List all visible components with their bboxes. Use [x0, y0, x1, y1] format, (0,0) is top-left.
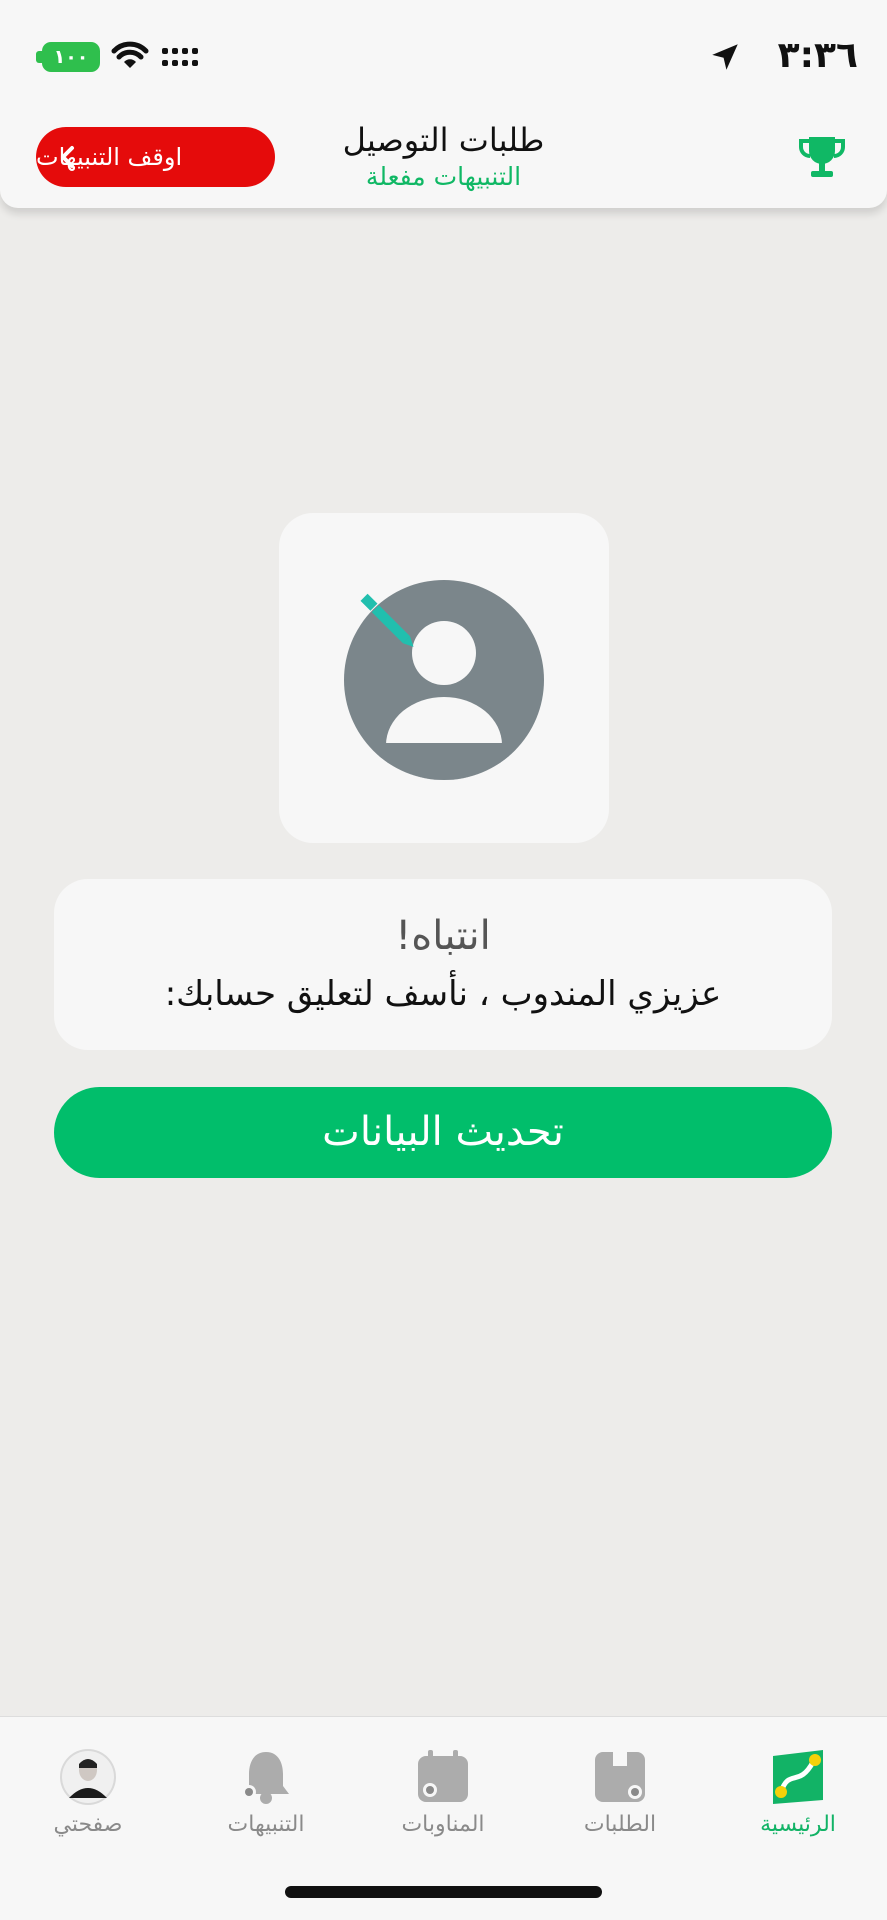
signal-icon	[162, 48, 198, 66]
tab-orders[interactable]: الطلبات	[550, 1748, 690, 1848]
bell-icon	[242, 1752, 289, 1804]
home-indicator[interactable]	[285, 1886, 602, 1898]
tab-notifications[interactable]: التنبيهات	[196, 1748, 336, 1848]
suspension-alert-card: انتباه! عزيزي المندوب ، نأسف لتعليق حساب…	[54, 879, 832, 1050]
profile-avatar	[60, 1749, 116, 1805]
calendar-icon	[418, 1750, 468, 1802]
trophy-icon[interactable]	[796, 131, 848, 183]
tab-notifications-label: التنبيهات	[227, 1812, 305, 1837]
tab-shifts-label: المناوبات	[401, 1812, 485, 1837]
tab-home[interactable]: الرئيسية	[728, 1748, 868, 1848]
notifications-status: التنبيهات مفعلة	[365, 162, 522, 191]
route-map-icon	[773, 1750, 823, 1804]
wifi-icon	[111, 41, 149, 68]
refresh-data-button[interactable]: تحديث البيانات	[54, 1087, 832, 1178]
stop-notifications-button[interactable]: اوقف التنبيهات	[36, 127, 275, 187]
screen: ٣:٣٦ ١٠٠ اوقف التنبيهات طلبات التوصيل ال…	[0, 0, 887, 1920]
tab-my-page[interactable]: صفحتي	[18, 1748, 158, 1848]
chevron-left-icon	[61, 146, 74, 168]
alert-message: عزيزي المندوب ، نأسف لتعليق حسابك:	[164, 974, 722, 1014]
orders-box-icon	[595, 1752, 645, 1802]
tab-my-page-label: صفحتي	[53, 1812, 123, 1837]
tab-shifts[interactable]: المناوبات	[373, 1748, 513, 1848]
page-title: طلبات التوصيل	[342, 121, 545, 159]
alert-title: انتباه!	[395, 913, 491, 959]
tab-orders-label: الطلبات	[583, 1812, 657, 1837]
battery-indicator: ١٠٠	[42, 42, 100, 72]
location-arrow-icon	[712, 44, 738, 70]
status-time: ٣:٣٦	[777, 35, 858, 76]
edit-profile-icon	[344, 580, 544, 780]
tab-home-label: الرئيسية	[760, 1812, 836, 1837]
